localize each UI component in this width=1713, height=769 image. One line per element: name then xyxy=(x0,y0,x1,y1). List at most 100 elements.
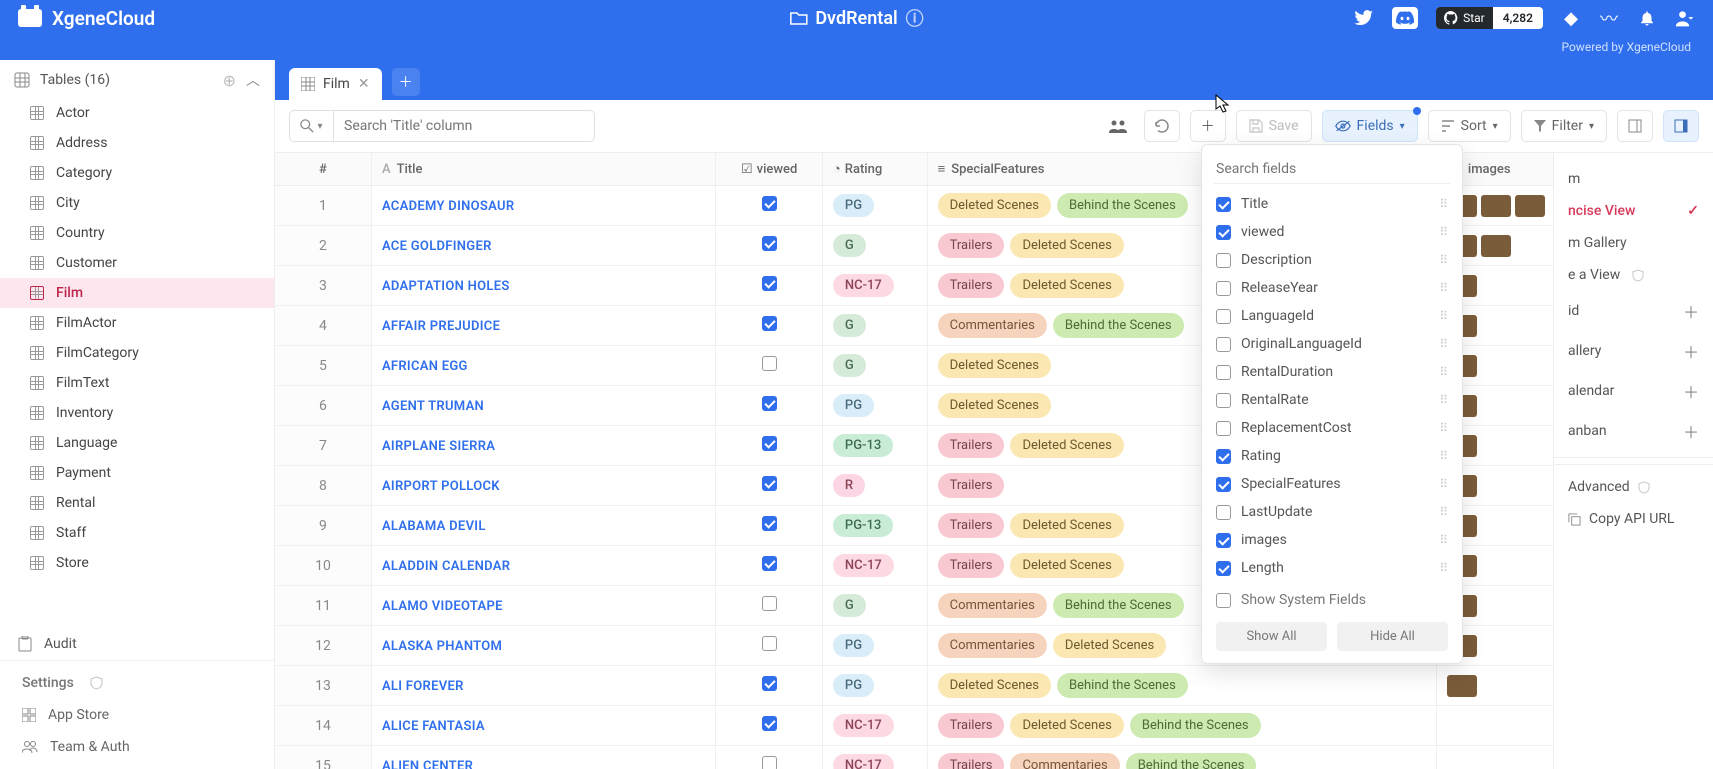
table-row[interactable]: 4AFFAIR PREJUDICEGCommentariesBehind the… xyxy=(275,306,1713,346)
cell-viewed[interactable] xyxy=(716,666,823,706)
view-item[interactable]: m xyxy=(1554,163,1713,195)
table-row[interactable]: 6AGENT TRUMANPGDeleted Scenes xyxy=(275,386,1713,426)
sidebar-item-city[interactable]: City xyxy=(0,188,274,218)
cell-rating[interactable]: PG xyxy=(822,666,927,706)
table-row[interactable]: 11ALAMO VIDEOTAPEGCommentariesBehind the… xyxy=(275,586,1713,626)
cell-rating[interactable]: PG xyxy=(822,186,927,226)
col-rating[interactable]: ◔Rating xyxy=(822,153,927,186)
field-toggle-originallanguageid[interactable]: OriginalLanguageId⠿ xyxy=(1202,330,1462,358)
cell-viewed[interactable] xyxy=(716,426,823,466)
drag-handle-icon[interactable]: ⠿ xyxy=(1439,225,1448,239)
reload-button[interactable] xyxy=(1144,110,1180,142)
col-viewed[interactable]: ☑viewed xyxy=(716,153,823,186)
view-item[interactable]: ncise View✓ xyxy=(1554,195,1713,227)
cell-specialfeatures[interactable]: Deleted ScenesBehind the Scenes xyxy=(927,666,1437,706)
cell-rating[interactable]: PG-13 xyxy=(822,426,927,466)
sidebar-item-inventory[interactable]: Inventory xyxy=(0,398,274,428)
drag-handle-icon[interactable]: ⠿ xyxy=(1439,533,1448,547)
search-mode-button[interactable]: ▾ xyxy=(290,111,334,141)
drag-handle-icon[interactable]: ⠿ xyxy=(1439,477,1448,491)
cell-viewed[interactable] xyxy=(716,226,823,266)
twitter-icon[interactable] xyxy=(1354,8,1374,28)
save-button[interactable]: Save xyxy=(1236,110,1312,142)
view-item[interactable]: e a View xyxy=(1554,259,1713,291)
sidebar-item-audit[interactable]: Audit xyxy=(0,628,274,660)
field-toggle-title[interactable]: Title⠿ xyxy=(1202,190,1462,218)
cell-viewed[interactable] xyxy=(716,546,823,586)
cell-rating[interactable]: G xyxy=(822,226,927,266)
share-icon[interactable] xyxy=(1102,119,1134,133)
add-tab-button[interactable]: ＋ xyxy=(392,68,420,96)
cell-rating[interactable]: NC-17 xyxy=(822,746,927,769)
cell-viewed[interactable] xyxy=(716,626,823,666)
col-rownum[interactable]: # xyxy=(275,153,371,186)
thumbnail[interactable] xyxy=(1481,235,1511,257)
close-icon[interactable]: ✕ xyxy=(358,76,370,92)
sidebar-item-customer[interactable]: Customer xyxy=(0,248,274,278)
info-icon[interactable]: ⓘ xyxy=(906,5,924,31)
cell-title[interactable]: ALICE FANTASIA xyxy=(371,706,715,746)
project-switcher[interactable]: DvdRental ⓘ xyxy=(789,5,923,31)
cell-rating[interactable]: G xyxy=(822,346,927,386)
sidebar-item-filmactor[interactable]: FilmActor xyxy=(0,308,274,338)
plus-icon[interactable]: ＋ xyxy=(1683,339,1699,363)
advanced-header[interactable]: Advanced xyxy=(1554,471,1713,503)
view-item[interactable]: anban＋ xyxy=(1554,411,1713,451)
sidebar-item-actor[interactable]: Actor xyxy=(0,98,274,128)
table-row[interactable]: 13ALI FOREVERPGDeleted ScenesBehind the … xyxy=(275,666,1713,706)
sidebar-item-staff[interactable]: Staff xyxy=(0,518,274,548)
cell-title[interactable]: ACADEMY DINOSAUR xyxy=(371,186,715,226)
drag-handle-icon[interactable]: ⠿ xyxy=(1439,561,1448,575)
drag-handle-icon[interactable]: ⠿ xyxy=(1439,505,1448,519)
cell-title[interactable]: AFFAIR PREJUDICE xyxy=(371,306,715,346)
cell-viewed[interactable] xyxy=(716,506,823,546)
cell-viewed[interactable] xyxy=(716,386,823,426)
settings-header[interactable]: Settings xyxy=(0,667,274,699)
plus-icon[interactable]: ＋ xyxy=(1683,379,1699,403)
cell-viewed[interactable] xyxy=(716,466,823,506)
cell-rating[interactable]: NC-17 xyxy=(822,266,927,306)
table-row[interactable]: 3ADAPTATION HOLESNC-17TrailersDeleted Sc… xyxy=(275,266,1713,306)
cell-title[interactable]: AGENT TRUMAN xyxy=(371,386,715,426)
show-system-fields-toggle[interactable]: Show System Fields xyxy=(1202,582,1462,614)
field-toggle-description[interactable]: Description⠿ xyxy=(1202,246,1462,274)
drag-handle-icon[interactable]: ⠿ xyxy=(1439,449,1448,463)
cell-viewed[interactable] xyxy=(716,306,823,346)
cell-viewed[interactable] xyxy=(716,706,823,746)
cell-viewed[interactable] xyxy=(716,746,823,769)
bat-icon[interactable]: 〰 xyxy=(1599,8,1619,28)
tables-header[interactable]: Tables (16) ⊕ ︿ xyxy=(0,60,274,98)
table-row[interactable]: 15ALIEN CENTERNC-17TrailersCommentariesB… xyxy=(275,746,1713,769)
field-toggle-length[interactable]: Length⠿ xyxy=(1202,554,1462,582)
search-input[interactable] xyxy=(334,118,594,134)
field-toggle-rentalduration[interactable]: RentalDuration⠿ xyxy=(1202,358,1462,386)
sidebar-item-appstore[interactable]: App Store xyxy=(0,699,274,731)
table-row[interactable]: 14ALICE FANTASIANC-17TrailersDeleted Sce… xyxy=(275,706,1713,746)
cell-title[interactable]: ALADDIN CALENDAR xyxy=(371,546,715,586)
table-row[interactable]: 9ALABAMA DEVILPG-13TrailersDeleted Scene… xyxy=(275,506,1713,546)
hide-all-button[interactable]: Hide All xyxy=(1337,622,1448,651)
table-row[interactable]: 12ALASKA PHANTOMPGCommentariesDeleted Sc… xyxy=(275,626,1713,666)
table-row[interactable]: 10ALADDIN CALENDARNC-17TrailersDeleted S… xyxy=(275,546,1713,586)
sidebar-item-language[interactable]: Language xyxy=(0,428,274,458)
field-toggle-lastupdate[interactable]: LastUpdate⠿ xyxy=(1202,498,1462,526)
cell-rating[interactable]: R xyxy=(822,466,927,506)
table-row[interactable]: 7AIRPLANE SIERRAPG-13TrailersDeleted Sce… xyxy=(275,426,1713,466)
field-toggle-viewed[interactable]: viewed⠿ xyxy=(1202,218,1462,246)
bell-icon[interactable] xyxy=(1637,8,1657,28)
fields-search-input[interactable] xyxy=(1214,155,1450,184)
paint-icon[interactable]: ◆ xyxy=(1561,8,1581,28)
sidebar-item-payment[interactable]: Payment xyxy=(0,458,274,488)
sidebar-item-filmtext[interactable]: FilmText xyxy=(0,368,274,398)
copy-api-url[interactable]: Copy API URL xyxy=(1554,503,1713,535)
sidebar-item-team[interactable]: Team & Auth xyxy=(0,731,274,763)
field-toggle-images[interactable]: images⠿ xyxy=(1202,526,1462,554)
thumbnail[interactable] xyxy=(1447,675,1477,697)
table-row[interactable]: 1ACADEMY DINOSAURPGDeleted ScenesBehind … xyxy=(275,186,1713,226)
sidebar-item-filmcategory[interactable]: FilmCategory xyxy=(0,338,274,368)
col-title[interactable]: ATitle xyxy=(371,153,715,186)
drag-handle-icon[interactable]: ⠿ xyxy=(1439,253,1448,267)
drag-handle-icon[interactable]: ⠿ xyxy=(1439,421,1448,435)
cell-title[interactable]: AIRPLANE SIERRA xyxy=(371,426,715,466)
sidebar-item-store[interactable]: Store xyxy=(0,548,274,578)
